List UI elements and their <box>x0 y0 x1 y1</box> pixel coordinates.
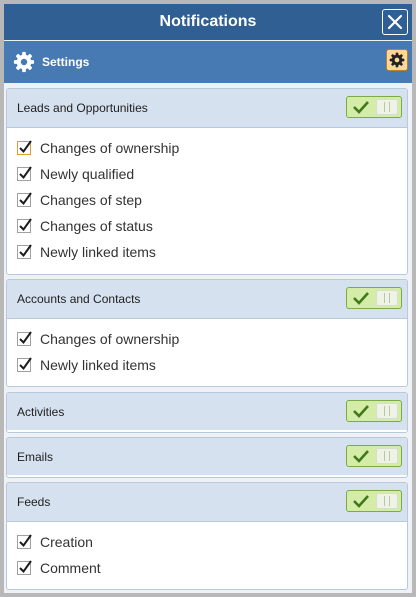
toggle-knob <box>376 99 398 115</box>
checkmark-icon <box>19 331 32 345</box>
checkbox-item[interactable]: Newly linked items <box>7 239 407 265</box>
enable-toggle[interactable] <box>346 400 402 422</box>
close-button[interactable] <box>382 9 408 35</box>
panel-header[interactable]: Emails <box>7 438 407 475</box>
panel-emails: Emails <box>6 437 408 478</box>
checkbox-label: Newly linked items <box>40 244 156 260</box>
gear-icon <box>13 51 35 73</box>
checkbox-label: Changes of status <box>40 218 153 234</box>
panel-leads-and-opportunities: Leads and Opportunities Changes of owner… <box>6 88 408 275</box>
checkbox-label: Changes of step <box>40 192 142 208</box>
close-icon <box>387 14 403 30</box>
checkbox[interactable] <box>17 218 32 233</box>
panel-title: Activities <box>17 405 65 419</box>
enable-toggle[interactable] <box>346 490 402 512</box>
checkbox-item[interactable]: Newly qualified <box>7 161 407 187</box>
checkmark-icon <box>353 292 369 305</box>
panel-header[interactable]: Activities <box>7 393 407 430</box>
checkbox[interactable] <box>17 534 32 549</box>
checkmark-icon <box>19 166 32 180</box>
checkbox-item[interactable]: Comment <box>7 555 407 581</box>
toggle-knob <box>376 493 398 509</box>
panel-header[interactable]: Accounts and Contacts <box>7 280 407 319</box>
title-bar: Notifications <box>4 4 412 40</box>
window-title: Notifications <box>159 13 257 30</box>
panel-feeds: Feeds Creation Comment <box>6 482 408 590</box>
checkbox-label: Newly qualified <box>40 166 135 182</box>
checkbox[interactable] <box>17 244 32 259</box>
checkbox-item[interactable]: Changes of ownership <box>7 135 407 161</box>
enable-toggle[interactable] <box>346 96 402 118</box>
enable-toggle[interactable] <box>346 287 402 309</box>
checkmark-icon <box>19 244 32 258</box>
checkmark-icon <box>19 218 32 232</box>
checkbox-item[interactable]: Creation <box>7 529 407 555</box>
panel-title: Leads and Opportunities <box>17 101 148 115</box>
checkmark-icon <box>353 405 369 418</box>
panel-header[interactable]: Feeds <box>7 483 407 522</box>
checkmark-icon <box>19 192 32 206</box>
checkbox[interactable] <box>17 166 32 181</box>
settings-toolbar: Settings <box>4 41 412 83</box>
enable-toggle[interactable] <box>346 445 402 467</box>
settings-button[interactable] <box>386 49 408 71</box>
panel-title: Emails <box>17 450 54 464</box>
checkmark-icon <box>353 495 369 508</box>
checkbox-item[interactable]: Changes of ownership <box>7 326 407 352</box>
checkmark-icon <box>353 450 369 463</box>
checkbox[interactable] <box>17 331 32 346</box>
checkmark-icon <box>19 534 32 548</box>
gear-icon <box>389 52 405 68</box>
panel-header[interactable]: Leads and Opportunities <box>7 89 407 128</box>
checkbox-item[interactable]: Changes of step <box>7 187 407 213</box>
toggle-knob <box>376 403 398 419</box>
panel-accounts-and-contacts: Accounts and Contacts Changes of ownersh… <box>6 279 408 387</box>
checkmark-icon <box>19 560 32 574</box>
toggle-knob <box>376 290 398 306</box>
checkbox-label: Changes of ownership <box>40 140 180 156</box>
notifications-window: Notifications Settings Leads and Opportu… <box>0 0 416 597</box>
checkbox[interactable] <box>17 357 32 372</box>
checkbox-label: Creation <box>40 534 93 550</box>
panel-activities: Activities <box>6 392 408 433</box>
checkbox-item[interactable]: Newly linked items <box>7 352 407 378</box>
settings-label: Settings <box>42 55 90 69</box>
checkmark-icon <box>353 101 369 114</box>
panel-title: Feeds <box>17 495 51 509</box>
checkbox[interactable] <box>17 140 32 155</box>
checkmark-icon <box>19 357 32 371</box>
checkbox[interactable] <box>17 560 32 575</box>
toggle-knob <box>376 448 398 464</box>
checkmark-icon <box>19 140 32 154</box>
panel-title: Accounts and Contacts <box>17 292 141 306</box>
checkbox-item[interactable]: Changes of status <box>7 213 407 239</box>
checkbox-label: Changes of ownership <box>40 331 180 347</box>
checkbox[interactable] <box>17 192 32 207</box>
checkbox-label: Comment <box>40 560 101 576</box>
checkbox-label: Newly linked items <box>40 357 156 373</box>
